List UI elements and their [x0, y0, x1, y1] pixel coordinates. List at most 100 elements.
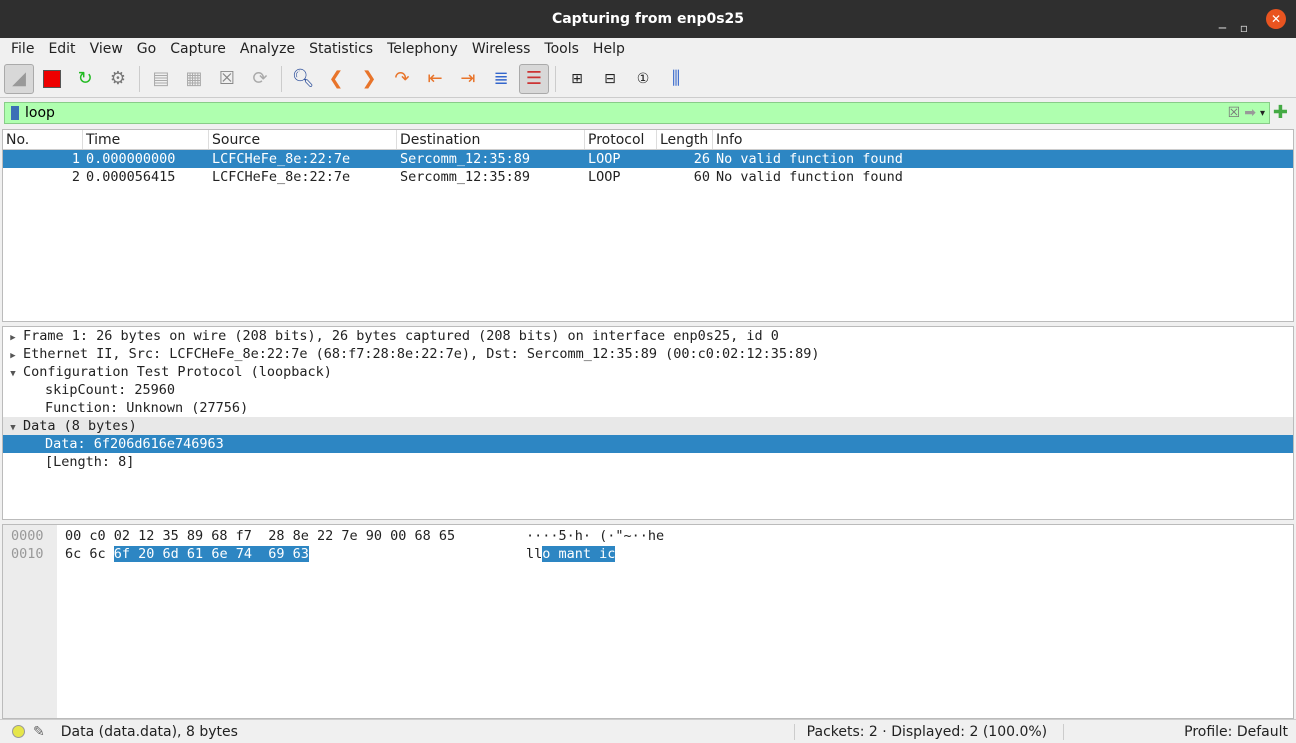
- column-time[interactable]: Time: [83, 130, 209, 149]
- cell-time: 0.000056415: [86, 169, 176, 185]
- collapse-arrow-icon[interactable]: ▼: [3, 419, 23, 437]
- restart-capture-icon[interactable]: ↻: [70, 64, 100, 94]
- expert-info-icon[interactable]: [12, 725, 25, 738]
- tree-item-frame[interactable]: ▶ Frame 1: 26 bytes on wire (208 bits), 2…: [3, 327, 1293, 345]
- tree-item-loopback[interactable]: ▼ Configuration Test Protocol (loopback): [3, 363, 1293, 381]
- column-destination[interactable]: Destination: [397, 130, 585, 149]
- go-to-packet-icon[interactable]: ↷: [387, 64, 417, 94]
- status-profile[interactable]: Profile: Default: [1063, 723, 1296, 740]
- column-source[interactable]: Source: [209, 130, 397, 149]
- shark-fin-start-icon[interactable]: ◢: [4, 63, 34, 94]
- close-file-icon[interactable]: ☒: [212, 64, 242, 94]
- last-packet-icon[interactable]: ⇥: [453, 64, 483, 94]
- apply-filter-icon[interactable]: ➡: [1244, 105, 1256, 121]
- close-button[interactable]: ✕: [1266, 9, 1286, 29]
- collapse-arrow-icon[interactable]: ▼: [3, 365, 23, 383]
- menu-telephony[interactable]: Telephony: [380, 38, 465, 60]
- resize-columns-icon[interactable]: ⫼: [661, 64, 691, 94]
- cell-no: 1: [71, 151, 80, 167]
- zoom-out-icon[interactable]: ⊟: [595, 64, 625, 94]
- cell-info: No valid function found: [716, 169, 903, 185]
- cell-protocol: LOOP: [588, 151, 621, 167]
- reload-file-icon[interactable]: ⟳: [245, 64, 275, 94]
- column-length[interactable]: Length: [657, 130, 713, 149]
- menu-statistics[interactable]: Statistics: [302, 38, 380, 60]
- minimize-button[interactable]: ─: [1219, 9, 1226, 47]
- column-no[interactable]: No.: [3, 130, 83, 149]
- tree-item-ethernet[interactable]: ▶ Ethernet II, Src: LCFCHeFe_8e:22:7e (68…: [3, 345, 1293, 363]
- tree-item-data[interactable]: ▼ Data (8 bytes): [3, 417, 1293, 435]
- next-packet-icon[interactable]: ❯: [354, 64, 384, 94]
- menu-go[interactable]: Go: [130, 38, 163, 60]
- menu-edit[interactable]: Edit: [41, 38, 82, 60]
- tree-item-skipcount[interactable]: skipCount: 25960: [3, 381, 1293, 399]
- filter-dropdown-icon[interactable]: ▾: [1260, 108, 1265, 119]
- colorize-icon[interactable]: ☰: [519, 63, 549, 94]
- cell-length: 26: [693, 151, 710, 167]
- zoom-in-icon[interactable]: ⊞: [562, 64, 592, 94]
- clear-filter-icon[interactable]: ☒: [1228, 105, 1241, 121]
- hex-bytes: 6c 6c: [65, 546, 114, 562]
- cell-info: No valid function found: [716, 151, 903, 167]
- hex-row[interactable]: 6c 6c 6f 20 6d 61 6e 74 69 63: [65, 545, 309, 563]
- main-toolbar: ◢ ↻ ⚙ ▤ ▦ ☒ ⟳ 🔍︎ ❮ ❯ ↷ ⇤ ⇥ ≣ ☰ ⊞ ⊟ ① ⫼: [0, 60, 1296, 98]
- title-bar: Capturing from enp0s25 ─ ▫ ✕: [0, 0, 1296, 38]
- stop-capture-icon[interactable]: [37, 64, 67, 94]
- cell-length: 60: [693, 169, 710, 185]
- packet-bytes: 0000 0010 00 c0 02 12 35 89 68 f7 28 8e …: [2, 524, 1294, 719]
- save-file-icon[interactable]: ▦: [179, 64, 209, 94]
- menu-capture[interactable]: Capture: [163, 38, 233, 60]
- bookmark-icon[interactable]: [11, 106, 19, 120]
- column-protocol[interactable]: Protocol: [585, 130, 657, 149]
- tree-item-function[interactable]: Function: Unknown (27756): [3, 399, 1293, 417]
- hex-bytes: 00 c0 02 12 35 89 68 f7 28 8e 22 7e 90 0…: [65, 528, 456, 544]
- menu-tools[interactable]: Tools: [537, 38, 586, 60]
- separator: [555, 65, 556, 92]
- cell-protocol: LOOP: [588, 169, 621, 185]
- menu-help[interactable]: Help: [586, 38, 632, 60]
- previous-packet-icon[interactable]: ❮: [321, 64, 351, 94]
- maximize-button[interactable]: ▫: [1240, 9, 1248, 47]
- comment-icon[interactable]: ✎: [33, 724, 45, 740]
- packet-list: No. Time Source Destination Protocol Len…: [2, 129, 1294, 322]
- status-field-info: Data (data.data), 8 bytes: [60, 723, 238, 740]
- hex-row[interactable]: 00 c0 02 12 35 89 68 f7 28 8e 22 7e 90 0…: [65, 527, 455, 545]
- open-file-icon[interactable]: ▤: [146, 64, 176, 94]
- cell-destination: Sercomm_12:35:89: [400, 151, 531, 167]
- separator: [281, 65, 282, 92]
- cell-source: LCFCHeFe_8e:22:7e: [212, 169, 351, 185]
- cell-source: LCFCHeFe_8e:22:7e: [212, 151, 351, 167]
- packet-row[interactable]: 2 0.000056415 LCFCHeFe_8e:22:7e Sercomm_12:…: [3, 168, 1293, 186]
- column-info[interactable]: Info: [713, 130, 1293, 149]
- ascii-bytes: ll: [526, 546, 543, 562]
- ascii-row[interactable]: ····5·h· (·"~··he: [526, 527, 664, 545]
- menu-wireless[interactable]: Wireless: [465, 38, 538, 60]
- tree-item-label: Configuration Test Protocol (loopback): [23, 364, 332, 380]
- hex-bytes-selected: 6f 20 6d 61 6e 74 69 63: [113, 546, 309, 562]
- tree-item-length[interactable]: [Length: 8]: [3, 453, 1293, 471]
- tree-item-label: Ethernet II, Src: LCFCHeFe_8e:22:7e (68:…: [23, 346, 820, 362]
- menu-file[interactable]: File: [4, 38, 41, 60]
- offset: 0010: [11, 546, 44, 562]
- display-filter-input[interactable]: [25, 105, 1228, 121]
- menu-view[interactable]: View: [83, 38, 130, 60]
- tree-item-label: Data (8 bytes): [23, 418, 137, 434]
- ascii-bytes-selected: o mant ic: [542, 546, 616, 562]
- find-packet-icon[interactable]: 🔍︎: [288, 64, 318, 94]
- menu-bar: File Edit View Go Capture Analyze Statis…: [0, 38, 1296, 60]
- cell-no: 2: [71, 169, 80, 185]
- packet-row[interactable]: 1 0.000000000 LCFCHeFe_8e:22:7e Sercomm_12:…: [3, 150, 1293, 168]
- ascii-bytes: ····5·h· (·"~··he: [526, 528, 665, 544]
- menu-analyze[interactable]: Analyze: [233, 38, 302, 60]
- status-bar: ✎ Data (data.data), 8 bytes Packets: 2 ·…: [0, 719, 1296, 743]
- capture-options-icon[interactable]: ⚙: [103, 64, 133, 94]
- separator: [139, 65, 140, 92]
- packet-list-header: No. Time Source Destination Protocol Len…: [3, 130, 1293, 150]
- ascii-row[interactable]: llo mant ic: [526, 545, 616, 563]
- status-packets: Packets: 2 · Displayed: 2 (100.0%): [793, 723, 1063, 740]
- first-packet-icon[interactable]: ⇤: [420, 64, 450, 94]
- normal-size-icon[interactable]: ①: [628, 64, 658, 94]
- autoscroll-icon[interactable]: ≣: [486, 64, 516, 94]
- tree-item-data-value[interactable]: Data: 6f206d616e746963: [3, 435, 1293, 453]
- add-filter-button-icon[interactable]: ✚: [1273, 102, 1288, 123]
